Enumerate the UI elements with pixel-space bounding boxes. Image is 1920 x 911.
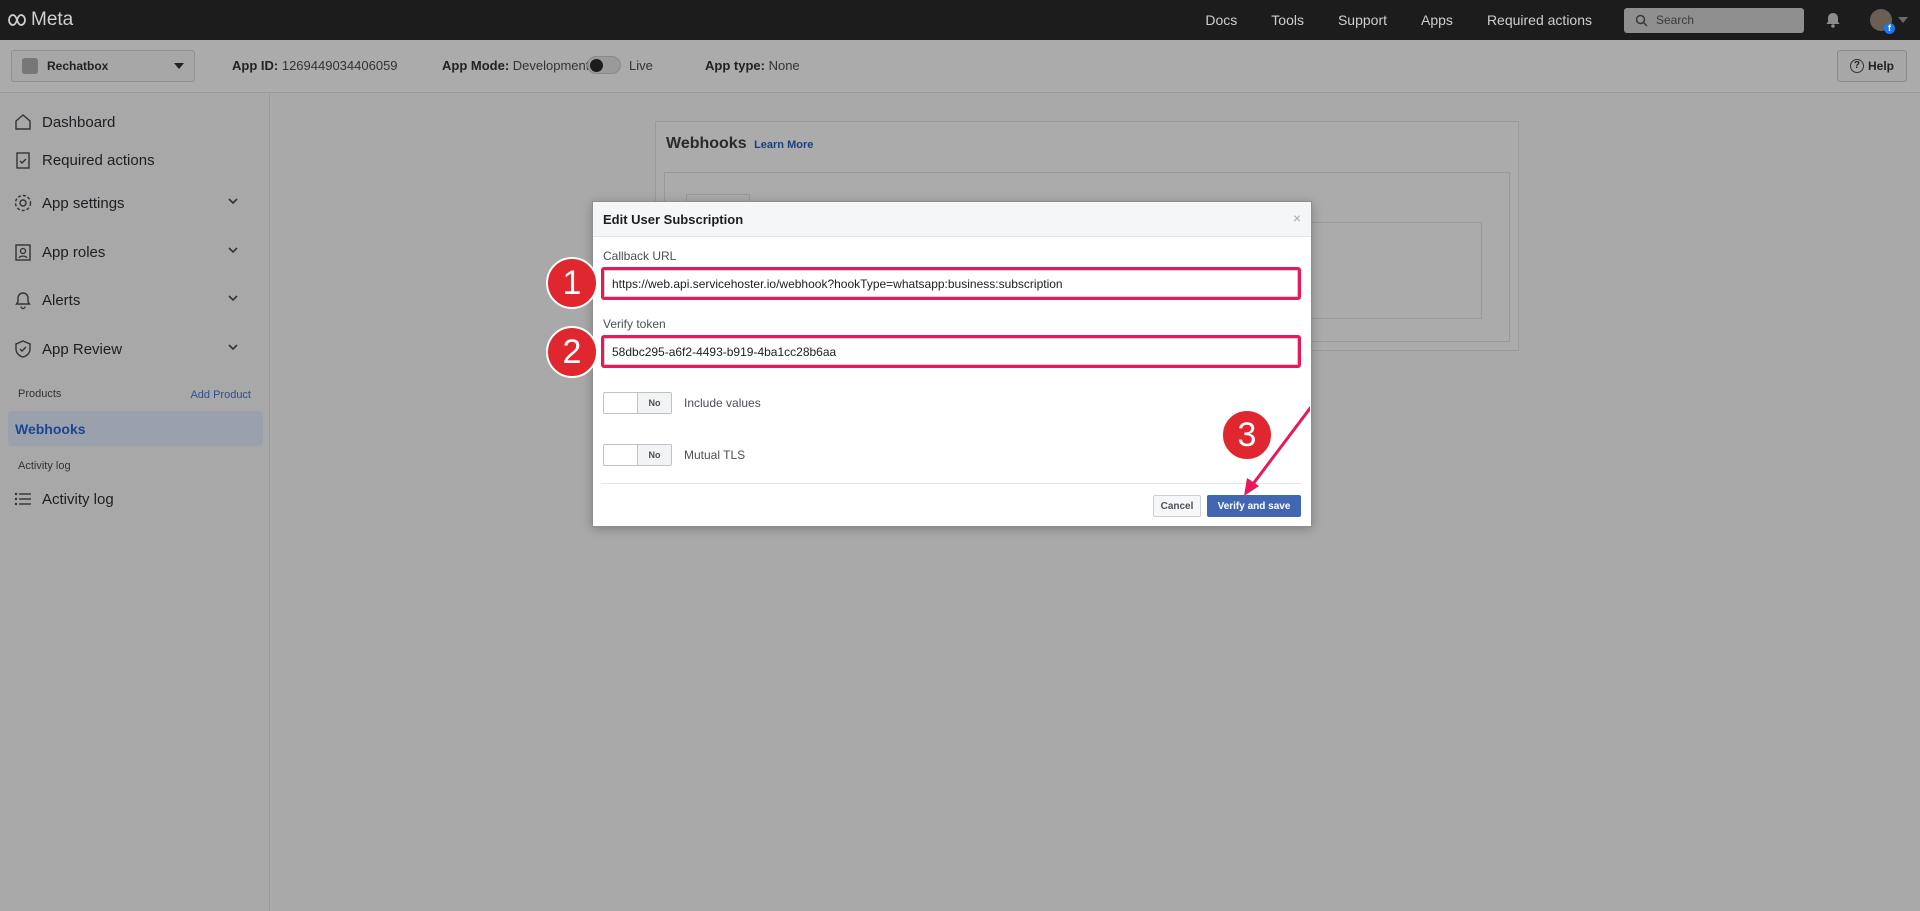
include-values-label: Include values: [684, 396, 761, 410]
app-header: Rechatbox App ID: 1269449034406059 App M…: [0, 40, 1920, 93]
shield-check-icon: [12, 338, 34, 360]
meta-logo[interactable]: Meta: [6, 9, 73, 31]
toggle-knob: [590, 59, 603, 72]
chevron-down-icon: [228, 295, 238, 302]
caret-down-icon: [174, 63, 184, 69]
sidebar-item-app-settings[interactable]: App settings: [12, 187, 252, 219]
logo-text: Meta: [31, 9, 74, 30]
sidebar-item-label: Dashboard: [42, 113, 116, 131]
sidebar-item-label: Activity log: [42, 490, 114, 508]
callback-url-label: Callback URL: [603, 249, 677, 263]
notifications-bell-icon[interactable]: [1824, 11, 1842, 29]
mutual-tls-label: Mutual TLS: [684, 448, 746, 462]
step-badge-2: 2: [546, 326, 598, 378]
search-input[interactable]: [1624, 7, 1804, 33]
app-name: Rechatbox: [47, 59, 109, 73]
step-badge-1: 1: [546, 257, 598, 309]
search-icon: [1635, 14, 1648, 27]
app-type: App type: None: [705, 58, 800, 73]
chevron-down-icon: [228, 247, 238, 254]
dialog-title: Edit User Subscription: [603, 212, 744, 227]
mutual-tls-toggle[interactable]: No: [603, 444, 672, 466]
app-id: App ID: 1269449034406059: [232, 58, 398, 73]
close-icon[interactable]: ×: [1293, 210, 1301, 226]
products-section-label: Products: [18, 388, 62, 400]
app-mode-toggle[interactable]: [587, 56, 621, 74]
webhooks-title: Webhooks Learn More: [666, 135, 813, 153]
app-gear-icon: [22, 58, 38, 74]
nav-link-tools[interactable]: Tools: [1271, 12, 1304, 28]
app-mode-value: Development: [512, 58, 590, 73]
verify-token-highlight: [601, 335, 1301, 368]
app-type-label: App type:: [705, 58, 765, 73]
app-mode-label: App Mode:: [442, 58, 510, 73]
clipboard-check-icon: [12, 149, 34, 171]
sidebar-item-label: App settings: [42, 194, 125, 212]
sidebar-item-activity-log[interactable]: Activity log: [12, 483, 252, 515]
live-label: Live: [629, 58, 653, 73]
callback-url-highlight: [601, 267, 1301, 300]
sidebar-item-label: Alerts: [42, 291, 81, 309]
callback-url-input[interactable]: [604, 270, 1298, 297]
footer-divider: [601, 483, 1301, 484]
sidebar: Dashboard Required actions App settings …: [0, 94, 270, 911]
sidebar-item-label: Required actions: [42, 151, 155, 169]
sidebar-item-label: App Review: [42, 340, 123, 358]
sidebar-item-app-roles[interactable]: App roles: [12, 236, 252, 268]
nav-link-apps[interactable]: Apps: [1421, 12, 1453, 28]
nav-links: Docs Tools Support Apps Required actions…: [1205, 0, 1920, 40]
sidebar-item-alerts[interactable]: Alerts: [12, 284, 252, 316]
include-values-row: No Include values: [603, 392, 761, 414]
app-id-label: App ID:: [232, 58, 279, 73]
chevron-down-icon: [228, 344, 238, 351]
app-mode: App Mode: Development: [442, 58, 589, 73]
bell-icon: [12, 289, 34, 311]
sidebar-item-dashboard[interactable]: Dashboard: [12, 106, 252, 138]
sidebar-item-webhooks[interactable]: Webhooks: [8, 411, 263, 446]
sidebar-item-required-actions[interactable]: Required actions: [12, 144, 252, 176]
gear-icon: [12, 192, 34, 214]
include-values-toggle[interactable]: No: [603, 392, 672, 414]
sidebar-item-label: App roles: [42, 243, 106, 261]
webhooks-title-text: Webhooks: [666, 135, 747, 152]
add-product-link[interactable]: Add Product: [190, 389, 251, 401]
user-badge-icon: [12, 241, 34, 263]
help-button[interactable]: ? Help: [1837, 50, 1907, 82]
top-navigation-bar: Meta Docs Tools Support Apps Required ac…: [0, 0, 1920, 40]
activity-section-label: Activity log: [18, 460, 71, 472]
sidebar-item-app-review[interactable]: App Review: [12, 333, 252, 365]
mutual-tls-row: No Mutual TLS: [603, 444, 745, 466]
app-type-value: None: [768, 58, 800, 73]
edit-user-subscription-dialog: Edit User Subscription × Callback URL Ve…: [592, 201, 1312, 527]
nav-link-support[interactable]: Support: [1338, 12, 1387, 28]
verify-token-input[interactable]: [604, 338, 1298, 365]
learn-more-link[interactable]: Learn More: [754, 139, 813, 151]
dialog-header: Edit User Subscription ×: [593, 202, 1311, 237]
avatar: f: [1870, 9, 1895, 34]
question-icon: ?: [1849, 59, 1864, 73]
nav-link-required-actions[interactable]: Required actions: [1487, 12, 1592, 28]
facebook-badge-icon: f: [1884, 23, 1895, 34]
chevron-down-icon: [228, 198, 238, 205]
app-id-value: 1269449034406059: [281, 58, 398, 73]
app-selector-dropdown[interactable]: Rechatbox: [11, 50, 195, 82]
nav-link-docs[interactable]: Docs: [1205, 12, 1237, 28]
toggle-state: No: [637, 445, 671, 465]
home-icon: [12, 111, 34, 133]
toggle-state: No: [637, 393, 671, 413]
verify-token-label: Verify token: [603, 317, 666, 331]
annotation-arrow: [1244, 406, 1310, 496]
help-label: Help: [1867, 59, 1894, 73]
search-box: [1624, 7, 1804, 33]
cancel-button[interactable]: Cancel: [1153, 495, 1201, 517]
account-menu[interactable]: f: [1870, 9, 1908, 34]
chevron-down-icon: [1898, 17, 1908, 23]
list-icon: [12, 488, 34, 510]
meta-infinity-icon: [8, 14, 26, 26]
arrow-line: [1248, 406, 1310, 489]
